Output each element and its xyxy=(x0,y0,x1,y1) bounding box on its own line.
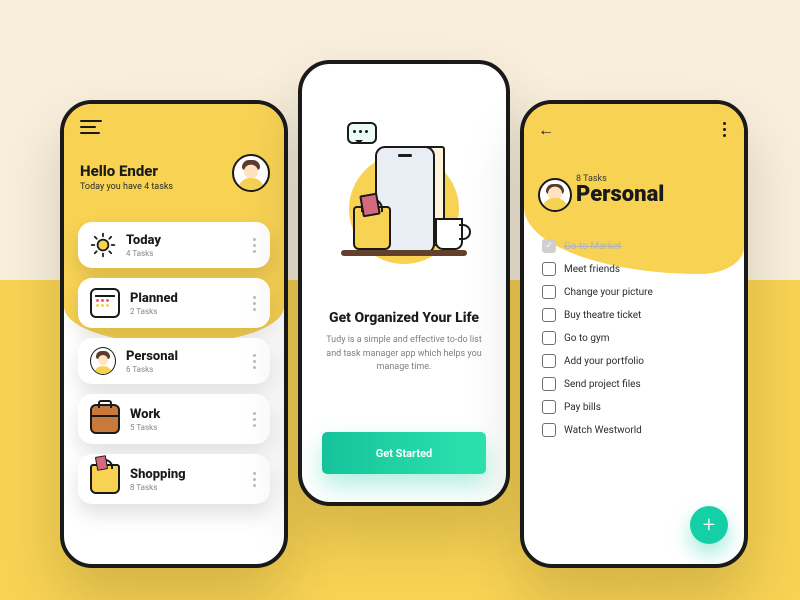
kebab-icon[interactable] xyxy=(251,352,258,371)
back-icon[interactable]: ← xyxy=(538,120,554,140)
category-planned[interactable]: Planned 2 Tasks xyxy=(78,278,270,328)
category-title: Work xyxy=(130,407,251,422)
category-title: Today xyxy=(126,233,251,248)
task-label: Go to Market xyxy=(564,241,621,252)
category-title: Shopping xyxy=(130,467,251,482)
task-label: Send project files xyxy=(564,379,641,390)
onboarding-description: Tudy is a simple and effective to-do lis… xyxy=(320,334,488,375)
task-list: ✓ Go to Market Meet friends Change your p… xyxy=(542,239,726,437)
category-title: Planned xyxy=(130,291,251,306)
category-subtitle: 4 Tasks xyxy=(126,249,251,258)
cup-icon xyxy=(435,218,463,250)
sun-icon xyxy=(90,232,116,258)
onboarding-headline: Get Organized Your Life xyxy=(302,310,506,326)
category-subtitle: 5 Tasks xyxy=(130,423,251,432)
checkbox-icon[interactable] xyxy=(542,285,556,299)
task-label: Change your picture xyxy=(564,287,653,298)
kebab-icon[interactable] xyxy=(251,236,258,255)
category-work[interactable]: Work 5 Tasks xyxy=(78,394,270,444)
checkbox-icon[interactable]: ✓ xyxy=(542,239,556,253)
category-list: Today 4 Tasks Planned 2 Tasks Personal xyxy=(78,222,270,504)
add-task-button[interactable]: + xyxy=(690,506,728,544)
kebab-icon[interactable] xyxy=(251,294,258,313)
category-shopping[interactable]: Shopping 8 Tasks xyxy=(78,454,270,504)
category-subtitle: 2 Tasks xyxy=(130,307,251,316)
onboarding-screen: Get Organized Your Life Tudy is a simple… xyxy=(298,60,510,506)
task-row[interactable]: ✓ Go to Market xyxy=(542,239,726,253)
checkbox-icon[interactable] xyxy=(542,354,556,368)
task-label: Buy theatre ticket xyxy=(564,310,641,321)
checkbox-icon[interactable] xyxy=(542,423,556,437)
checkbox-icon[interactable] xyxy=(542,400,556,414)
checkbox-icon[interactable] xyxy=(542,377,556,391)
task-row[interactable]: Send project files xyxy=(542,377,726,391)
kebab-icon[interactable] xyxy=(719,118,730,141)
briefcase-icon xyxy=(90,404,120,434)
task-label: Go to gym xyxy=(564,333,609,344)
category-subtitle: 8 Tasks xyxy=(130,483,251,492)
calendar-icon xyxy=(90,288,120,318)
task-row[interactable]: Add your portfolio xyxy=(542,354,726,368)
task-row[interactable]: Go to gym xyxy=(542,331,726,345)
person-icon xyxy=(90,348,116,374)
task-label: Add your portfolio xyxy=(564,356,644,367)
category-subtitle: 6 Tasks xyxy=(126,365,251,374)
task-row[interactable]: Meet friends xyxy=(542,262,726,276)
greeting-subtitle: Today you have 4 tasks xyxy=(80,182,173,192)
task-row[interactable]: Watch Westworld xyxy=(542,423,726,437)
user-avatar[interactable] xyxy=(538,178,572,212)
task-row[interactable]: Pay bills xyxy=(542,400,726,414)
task-label: Watch Westworld xyxy=(564,425,642,436)
task-label: Pay bills xyxy=(564,402,601,413)
greeting: Hello Ender Today you have 4 tasks xyxy=(80,162,173,192)
onboarding-illustration xyxy=(329,98,479,268)
checkbox-icon[interactable] xyxy=(542,331,556,345)
task-label: Meet friends xyxy=(564,264,620,275)
greeting-title: Hello Ender xyxy=(80,162,173,180)
get-started-button[interactable]: Get Started xyxy=(322,432,486,474)
shopping-bag-icon xyxy=(353,206,391,250)
category-today[interactable]: Today 4 Tasks xyxy=(78,222,270,268)
task-row[interactable]: Buy theatre ticket xyxy=(542,308,726,322)
task-row[interactable]: Change your picture xyxy=(542,285,726,299)
checkbox-icon[interactable] xyxy=(542,308,556,322)
user-avatar[interactable] xyxy=(232,154,270,192)
category-title: Personal xyxy=(126,349,251,364)
home-screen: Hello Ender Today you have 4 tasks Today… xyxy=(60,100,288,568)
checkbox-icon[interactable] xyxy=(542,262,556,276)
page-title: Personal xyxy=(576,184,664,206)
personal-screen: ← 8 Tasks Personal ✓Go to Market Meet fr… xyxy=(520,100,748,568)
kebab-icon[interactable] xyxy=(251,470,258,489)
shopping-bag-icon xyxy=(90,464,120,494)
chat-icon xyxy=(347,122,377,144)
kebab-icon[interactable] xyxy=(251,410,258,429)
menu-icon[interactable] xyxy=(80,120,102,134)
category-personal[interactable]: Personal 6 Tasks xyxy=(78,338,270,384)
